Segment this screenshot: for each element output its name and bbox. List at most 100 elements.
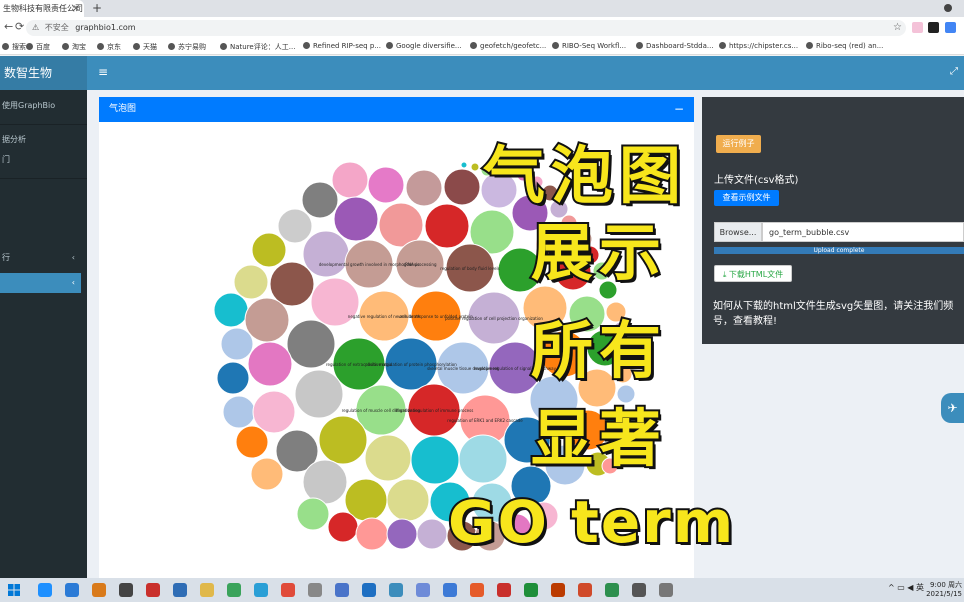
taskbar-app-icon[interactable] — [65, 583, 79, 597]
go-term-bubble[interactable] — [233, 264, 269, 300]
go-term-bubble[interactable] — [251, 232, 287, 268]
go-term-bubble[interactable] — [296, 497, 330, 531]
bookmark-item[interactable]: Nature评论：人工... — [220, 42, 295, 52]
browser-tab[interactable]: 生物科技有限责任公司 × — [0, 0, 84, 17]
browse-button[interactable]: Browse... — [714, 222, 762, 242]
bookmark-item[interactable]: Ribo-seq (red) an... — [806, 42, 883, 50]
taskbar-app-icon[interactable] — [389, 583, 403, 597]
bookmark-item[interactable]: 苏宁易购 — [168, 42, 206, 52]
go-term-bubble[interactable] — [250, 457, 284, 491]
taskbar-app-icon[interactable] — [38, 583, 52, 597]
taskbar-app-icon[interactable] — [443, 583, 457, 597]
taskbar-app-icon[interactable] — [335, 583, 349, 597]
sidebar-item-group[interactable]: 行 ‹ — [0, 248, 87, 268]
taskbar-app-icon[interactable] — [605, 583, 619, 597]
go-term-bubble[interactable] — [364, 434, 412, 482]
app-logo[interactable]: 数智生物 — [0, 56, 87, 90]
taskbar-app-icon[interactable] — [227, 583, 241, 597]
bookmark-star-icon[interactable]: ☆ — [893, 20, 902, 36]
taskbar-app-icon[interactable] — [200, 583, 214, 597]
go-term-bubble[interactable] — [386, 478, 430, 522]
taskbar-app-icon[interactable] — [416, 583, 430, 597]
taskbar-app-icon[interactable] — [497, 583, 511, 597]
taskbar-app-icon[interactable] — [524, 583, 538, 597]
go-term-bubble[interactable] — [235, 425, 269, 459]
go-term-bubble[interactable] — [386, 518, 418, 550]
volume-icon[interactable]: ◀ — [907, 583, 913, 592]
go-term-bubble[interactable] — [269, 261, 315, 307]
bookmark-item[interactable]: https://chipster.cs... — [719, 42, 798, 50]
go-term-bubble[interactable] — [318, 415, 368, 465]
bookmark-item[interactable]: Google diversifie... — [386, 42, 462, 50]
taskbar-app-icon[interactable] — [632, 583, 646, 597]
bookmark-item[interactable]: Dashboard-Stdda... — [636, 42, 714, 50]
new-tab-icon[interactable]: + — [92, 0, 102, 17]
system-tray[interactable]: ^ ▭ ◀ 英 — [888, 582, 924, 593]
go-term-bubble[interactable] — [405, 169, 443, 207]
clock[interactable]: 9:00 周六 2021/5/15 — [926, 581, 962, 599]
go-term-bubble[interactable] — [460, 161, 468, 169]
go-term-bubble[interactable] — [424, 203, 470, 249]
bird-icon[interactable]: ✈ — [941, 393, 964, 423]
go-term-bubble[interactable] — [367, 166, 405, 204]
go-term-bubble[interactable] — [302, 459, 348, 505]
go-term-bubble[interactable] — [213, 292, 249, 328]
go-term-bubble[interactable] — [252, 390, 296, 434]
ime-indicator[interactable]: 英 — [916, 583, 924, 592]
go-term-bubble[interactable] — [247, 341, 293, 387]
close-tab-icon[interactable]: × — [72, 0, 80, 17]
taskbar-app-icon[interactable] — [362, 583, 376, 597]
go-term-bubble[interactable] — [327, 511, 359, 543]
bookmark-item[interactable]: Refined RIP-seq p... — [303, 42, 381, 50]
go-term-bubble[interactable] — [302, 230, 350, 278]
go-term-bubble[interactable] — [331, 161, 369, 199]
bookmark-item[interactable]: 天猫 — [133, 42, 157, 52]
download-html-button[interactable]: ⤓ 下载HTML文件 — [714, 265, 792, 282]
go-term-bubble[interactable] — [216, 361, 250, 395]
go-term-bubble[interactable] — [220, 327, 254, 361]
taskbar-app-icon[interactable] — [146, 583, 160, 597]
taskbar-app-icon[interactable] — [254, 583, 268, 597]
bookmark-item[interactable]: geofetch/geofetc... — [470, 42, 546, 50]
sidebar-item-analysis[interactable]: 据分析 — [0, 130, 87, 150]
go-term-bubble[interactable] — [470, 162, 480, 172]
back-icon[interactable]: ← — [4, 20, 13, 33]
go-term-bubble[interactable] — [277, 208, 313, 244]
collapse-button[interactable]: − — [674, 97, 684, 122]
windows-start-icon[interactable] — [8, 584, 20, 596]
go-term-bubble[interactable] — [410, 435, 460, 485]
extension-icon[interactable] — [945, 22, 956, 33]
bookmark-item[interactable]: 淘宝 — [62, 42, 86, 52]
go-term-bubble[interactable] — [286, 319, 336, 369]
profile-icon[interactable] — [940, 2, 958, 14]
taskbar-app-icon[interactable] — [659, 583, 673, 597]
taskbar-app-icon[interactable] — [308, 583, 322, 597]
bookmark-item[interactable]: RIBO-Seq Workfl... — [552, 42, 626, 50]
go-term-bubble[interactable] — [355, 517, 389, 551]
url-input[interactable]: ⚠ 不安全 graphbio1.com ☆ — [26, 20, 906, 36]
view-example-button[interactable]: 查看示例文件 — [714, 190, 779, 206]
bookmark-item[interactable]: 百度 — [26, 42, 50, 52]
taskbar-app-icon[interactable] — [281, 583, 295, 597]
reload-icon[interactable]: ⟳ — [15, 20, 24, 33]
go-term-bubble[interactable] — [294, 369, 344, 419]
taskbar-app-icon[interactable] — [92, 583, 106, 597]
go-term-bubble[interactable] — [416, 518, 448, 550]
go-term-bubble[interactable] — [458, 434, 508, 484]
sidebar-item-intro[interactable]: 门 — [0, 150, 87, 170]
taskbar-app-icon[interactable] — [119, 583, 133, 597]
go-term-bubble[interactable] — [443, 168, 481, 206]
sidebar-item-graphbio[interactable]: 使用GraphBio — [0, 96, 87, 116]
go-term-bubble[interactable] — [222, 395, 256, 429]
taskbar-app-icon[interactable] — [578, 583, 592, 597]
menu-toggle-icon[interactable]: ≡ — [98, 65, 108, 79]
network-icon[interactable]: ▭ — [897, 583, 905, 592]
taskbar-app-icon[interactable] — [551, 583, 565, 597]
taskbar-app-icon[interactable] — [173, 583, 187, 597]
chevron-up-icon[interactable]: ^ — [888, 583, 895, 592]
go-term-bubble[interactable] — [301, 181, 339, 219]
run-example-button[interactable]: 运行例子 — [716, 135, 761, 153]
fullscreen-icon[interactable]: ⤢ — [950, 66, 958, 77]
bookmark-item[interactable]: 京东 — [97, 42, 121, 52]
go-term-bubble[interactable] — [333, 196, 379, 242]
